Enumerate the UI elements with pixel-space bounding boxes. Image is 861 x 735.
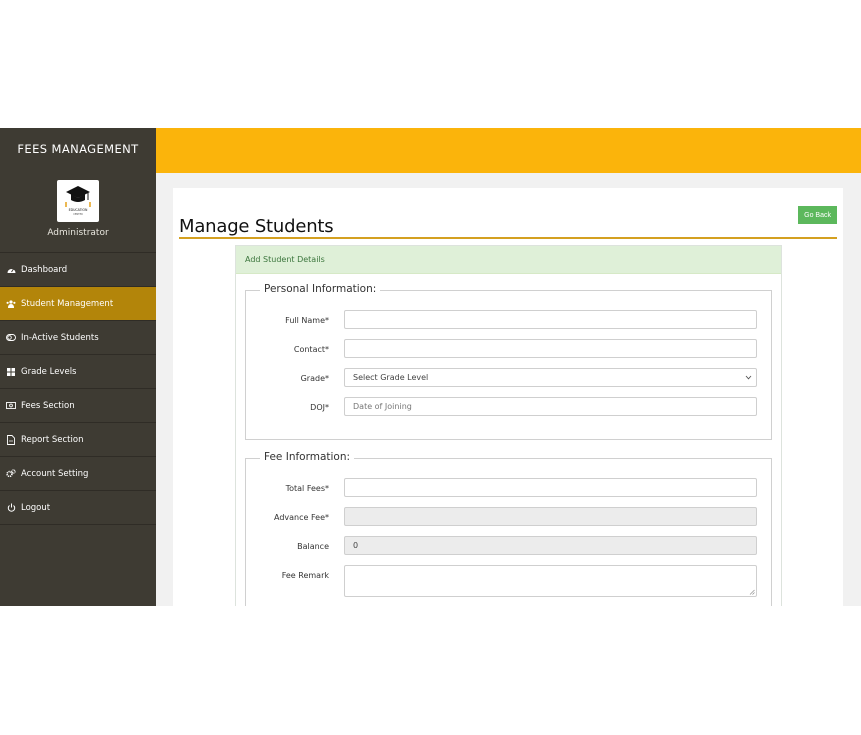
- brand-text: FEES MANAGEMENT: [17, 142, 139, 156]
- grid-icon: [6, 367, 16, 377]
- advance-fee-row: Advance Fee*: [246, 507, 771, 527]
- sidebar-item-label: Student Management: [21, 298, 114, 309]
- fee-remark-textarea[interactable]: [344, 565, 757, 597]
- total-fees-label: Total Fees*: [285, 484, 329, 493]
- balance-input[interactable]: 0: [344, 536, 757, 555]
- total-fees-row: Total Fees*: [246, 478, 771, 498]
- grade-select-value: Select Grade Level: [353, 373, 429, 382]
- contact-input[interactable]: [344, 339, 757, 358]
- grade-label: Grade*: [300, 374, 329, 383]
- main-content: Manage Students Go Back Add Student Deta…: [156, 173, 861, 606]
- sidebar-item-dashboard[interactable]: Dashboard: [0, 253, 156, 287]
- total-fees-input[interactable]: [344, 478, 757, 497]
- balance-row: Balance 0: [246, 536, 771, 556]
- money-icon: [6, 401, 16, 411]
- sidebar-item-account-setting[interactable]: Account Setting: [0, 457, 156, 491]
- personal-information-legend: Personal Information:: [260, 283, 381, 295]
- users-icon: [6, 299, 16, 309]
- power-icon: [6, 503, 16, 513]
- full-name-row: Full Name*: [246, 310, 771, 330]
- sidebar-item-label: Fees Section: [21, 400, 75, 411]
- app: FEES MANAGEMENT EDUCATION CENTER Adminis…: [0, 128, 861, 606]
- doj-label: DOJ*: [310, 403, 329, 412]
- advance-fee-label: Advance Fee*: [274, 513, 329, 522]
- sidebar-item-label: Logout: [21, 502, 51, 513]
- fee-remark-label: Fee Remark: [281, 571, 329, 580]
- user-role: Administrator: [47, 228, 109, 238]
- sidebar-item-report-section[interactable]: Report Section: [0, 423, 156, 457]
- full-name-input[interactable]: [344, 310, 757, 329]
- full-name-label: Full Name*: [285, 316, 329, 325]
- logo: EDUCATION CENTER: [57, 180, 99, 222]
- sidebar: FEES MANAGEMENT EDUCATION CENTER Adminis…: [0, 128, 156, 606]
- sidebar-item-logout[interactable]: Logout: [0, 491, 156, 525]
- top-bar: [156, 128, 861, 173]
- logo-text-1: EDUCATION: [69, 208, 88, 212]
- sidebar-item-label: Dashboard: [21, 264, 68, 275]
- balance-label: Balance: [297, 542, 329, 551]
- panel-heading: Add Student Details: [236, 246, 781, 274]
- brand-title: FEES MANAGEMENT: [0, 128, 156, 170]
- fee-information-legend: Fee Information:: [260, 451, 355, 463]
- contact-label: Contact*: [293, 345, 329, 354]
- sidebar-item-label: Grade Levels: [21, 366, 77, 377]
- sidebar-item-label: Account Setting: [21, 468, 89, 479]
- logo-text-2: CENTER: [73, 213, 83, 216]
- fee-remark-row: Fee Remark: [246, 565, 771, 597]
- add-student-panel: Add Student Details Personal Information…: [235, 245, 782, 606]
- advance-fee-input[interactable]: [344, 507, 757, 526]
- fee-information-group: Fee Information: Total Fees* Advance Fee…: [245, 451, 772, 606]
- doj-row: DOJ* Date of Joining: [246, 397, 771, 417]
- cogs-icon: [6, 469, 16, 479]
- graduation-cap-icon: EDUCATION CENTER: [65, 186, 91, 216]
- grade-select[interactable]: Select Grade Level: [344, 368, 757, 387]
- sidebar-item-label: In-Active Students: [21, 332, 99, 343]
- sidebar-item-grade-levels[interactable]: Grade Levels: [0, 355, 156, 389]
- page-title: Manage Students: [179, 216, 334, 237]
- contact-row: Contact*: [246, 339, 771, 359]
- tachometer-icon: [6, 265, 16, 275]
- personal-information-group: Personal Information: Full Name* Contact…: [245, 283, 772, 440]
- sidebar-item-student-management[interactable]: Student Management: [0, 287, 156, 321]
- content-card: Manage Students Go Back Add Student Deta…: [173, 188, 843, 606]
- sidebar-item-inactive-students[interactable]: In-Active Students: [0, 321, 156, 355]
- doj-input[interactable]: Date of Joining: [344, 397, 757, 416]
- chevron-down-icon: [745, 375, 752, 380]
- title-divider: [179, 237, 837, 239]
- file-icon: [6, 434, 16, 445]
- resize-handle-icon[interactable]: [749, 589, 755, 595]
- sidebar-item-fees-section[interactable]: Fees Section: [0, 389, 156, 423]
- grade-row: Grade* Select Grade Level: [246, 368, 771, 388]
- sidebar-nav: Dashboard Student Management In-Active S…: [0, 252, 156, 525]
- sidebar-item-label: Report Section: [21, 434, 84, 445]
- go-back-button[interactable]: Go Back: [798, 206, 837, 224]
- toggle-off-icon: [6, 333, 16, 343]
